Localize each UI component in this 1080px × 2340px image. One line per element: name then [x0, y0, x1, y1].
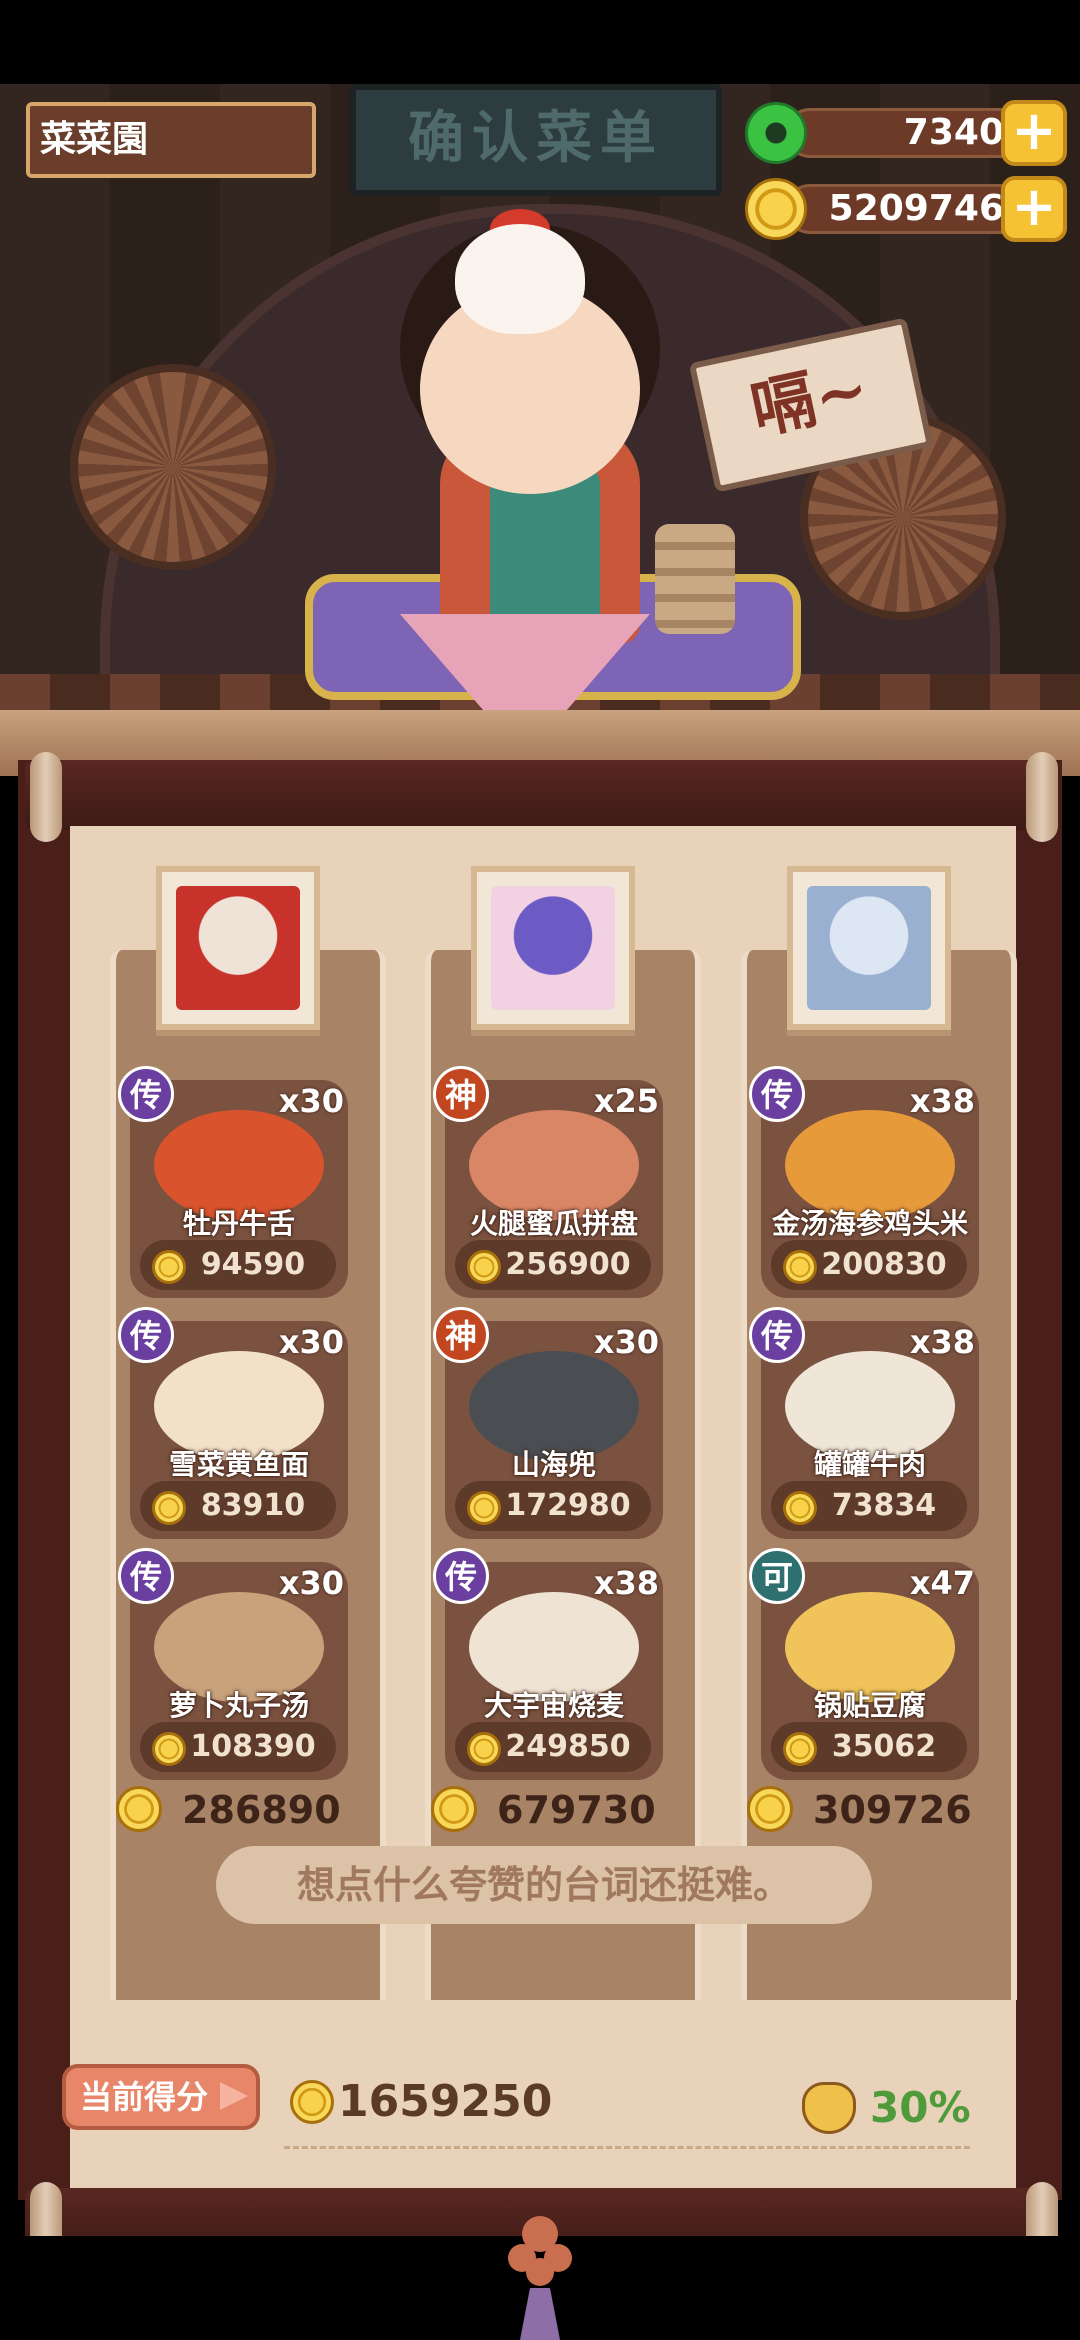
jade-amount: 7340	[785, 108, 1025, 158]
column-total-value: 679730	[497, 1788, 656, 1832]
dish-card[interactable]: 可 x47 锅贴豆腐 35062	[749, 1548, 979, 1780]
column-total-value: 309726	[813, 1788, 972, 1832]
column-total: 679730	[431, 1786, 691, 1836]
column-total: 286890	[116, 1786, 376, 1836]
dish-quantity: x30	[278, 1564, 344, 1602]
coin-icon	[152, 1250, 186, 1284]
scroll-side-left	[18, 760, 70, 2200]
dish-name: 火腿蜜瓜拼盘	[469, 1207, 638, 1240]
dish-card[interactable]: 神 x30 山海兜 172980	[433, 1307, 663, 1539]
guest-avatar	[491, 886, 615, 1010]
arrow-right-icon	[220, 2082, 248, 2110]
menu-sign-text: 确认菜单	[408, 105, 664, 171]
dish-card[interactable]: 传 x38 大宇宙烧麦 249850	[433, 1548, 663, 1780]
current-score-label: 当前得分	[80, 2078, 209, 2116]
coin-icon	[152, 1491, 186, 1525]
dish-name: 牡丹牛舌	[182, 1207, 295, 1240]
jade-counter: 7340 +	[745, 100, 1067, 166]
coin-icon	[467, 1250, 501, 1284]
scroll-knob-top-left	[30, 752, 62, 842]
dish-name: 雪菜黄鱼面	[168, 1448, 309, 1481]
current-score-button[interactable]: 当前得分	[62, 2064, 260, 2130]
dish-name: 大宇宙烧麦	[483, 1689, 624, 1722]
column-total-value: 286890	[182, 1788, 341, 1832]
add-coin-button[interactable]: +	[1001, 176, 1067, 242]
dish-quantity: x30	[278, 1323, 344, 1361]
coin-icon	[431, 1786, 477, 1832]
dish-quantity: x30	[593, 1323, 659, 1361]
scroll-side-right	[1016, 760, 1062, 2200]
coin-icon	[747, 1786, 793, 1832]
guest-avatar	[807, 886, 931, 1010]
dish-card[interactable]: 传 x30 牡丹牛舌 94590	[118, 1066, 348, 1298]
coin-icon	[783, 1491, 817, 1525]
coin-icon	[467, 1491, 501, 1525]
dish-name: 萝卜丸子汤	[168, 1689, 309, 1722]
coin-icon	[783, 1732, 817, 1766]
dish-name: 金汤海参鸡头米	[771, 1207, 968, 1240]
coin-icon	[290, 2080, 334, 2124]
dish-tier-badge: 可	[749, 1548, 805, 1604]
dish-quantity: x25	[593, 1082, 659, 1120]
dish-quantity: x47	[909, 1564, 975, 1602]
coin-icon	[745, 178, 807, 240]
money-bag-icon	[802, 2082, 856, 2134]
dish-quantity: x38	[909, 1082, 975, 1120]
dish-tier-badge: 传	[433, 1548, 489, 1604]
bonus-percent: 30%	[870, 2083, 971, 2132]
add-jade-button[interactable]: +	[1001, 100, 1067, 166]
scroll-top-rod	[25, 760, 1055, 830]
dish-tier-badge: 传	[749, 1066, 805, 1122]
dish-tier-badge: 神	[433, 1066, 489, 1122]
dish-name: 罐罐牛肉	[813, 1448, 926, 1481]
jade-icon	[745, 102, 807, 164]
hen-on-head	[455, 224, 585, 334]
dish-tier-badge: 传	[118, 1307, 174, 1363]
coin-icon	[116, 1786, 162, 1832]
dish-name: 山海兜	[511, 1448, 596, 1481]
current-score-value: 1659250	[338, 2076, 553, 2127]
guest-portrait-frame[interactable]	[787, 866, 951, 1030]
stacked-bowls	[655, 524, 735, 634]
guest-avatar	[176, 886, 300, 1010]
dish-card[interactable]: 传 x38 金汤海参鸡头米 200830	[749, 1066, 979, 1298]
dish-quantity: x38	[909, 1323, 975, 1361]
plus-icon: +	[1011, 99, 1057, 162]
coin-counter: 5209746 +	[745, 176, 1067, 242]
dish-tier-badge: 传	[118, 1548, 174, 1604]
dish-quantity: x30	[278, 1082, 344, 1120]
score-divider	[284, 2146, 970, 2149]
column-total: 309726	[747, 1786, 1007, 1836]
menu-sign: 确认菜单	[350, 84, 722, 196]
dish-card[interactable]: 传 x30 雪菜黄鱼面 83910	[118, 1307, 348, 1539]
coin-icon	[467, 1732, 501, 1766]
restaurant-name-box: 菜菜園	[26, 102, 316, 178]
coin-amount: 5209746	[785, 184, 1025, 234]
dish-tier-badge: 神	[433, 1307, 489, 1363]
dish-quantity: x38	[593, 1564, 659, 1602]
dish-tier-badge: 传	[118, 1066, 174, 1122]
coin-icon	[783, 1250, 817, 1284]
guest-portrait-frame[interactable]	[471, 866, 635, 1030]
coin-icon	[152, 1732, 186, 1766]
dish-card[interactable]: 神 x25 火腿蜜瓜拼盘 256900	[433, 1066, 663, 1298]
guest-portrait-frame[interactable]	[156, 866, 320, 1030]
dish-name: 锅贴豆腐	[813, 1689, 926, 1722]
dish-card[interactable]: 传 x30 萝卜丸子汤 108390	[118, 1548, 348, 1780]
knot-tassel-decoration	[508, 2216, 572, 2340]
guest-quote: 想点什么夸赞的台词还挺难。	[216, 1846, 872, 1924]
plus-icon: +	[1011, 175, 1057, 238]
scroll-knob-top-right	[1026, 752, 1058, 842]
dish-card[interactable]: 传 x38 罐罐牛肉 73834	[749, 1307, 979, 1539]
fan-left-decoration	[70, 364, 276, 570]
dish-tier-badge: 传	[749, 1307, 805, 1363]
